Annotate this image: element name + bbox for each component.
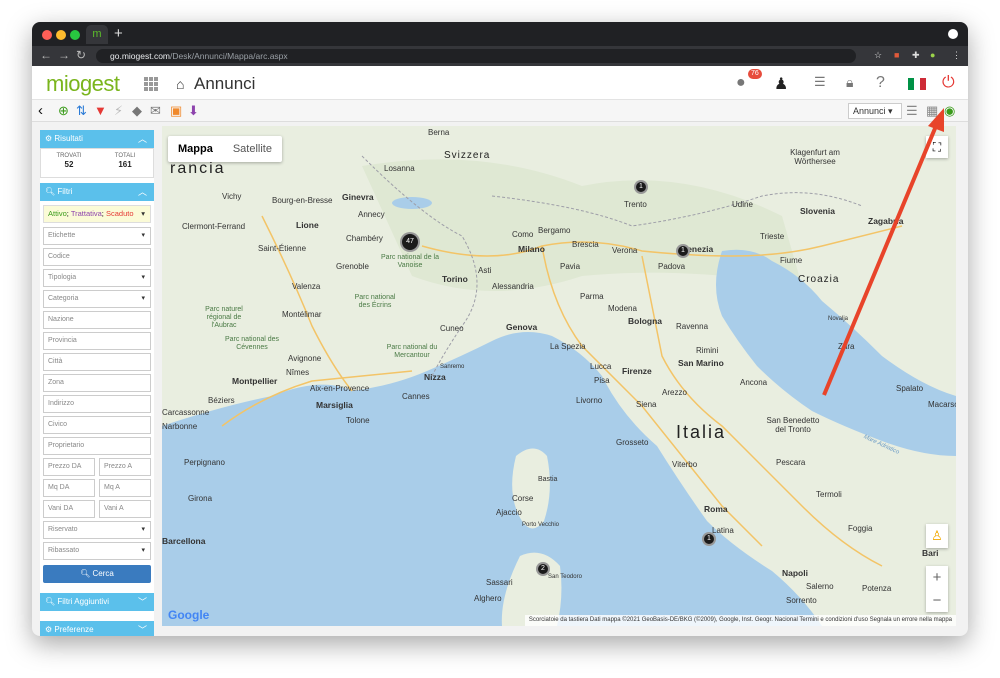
annotation-arrow — [822, 108, 944, 396]
browser-window: m + ← → ↻ go.miogest.com/Desk/Annunci/Ma… — [32, 22, 968, 636]
